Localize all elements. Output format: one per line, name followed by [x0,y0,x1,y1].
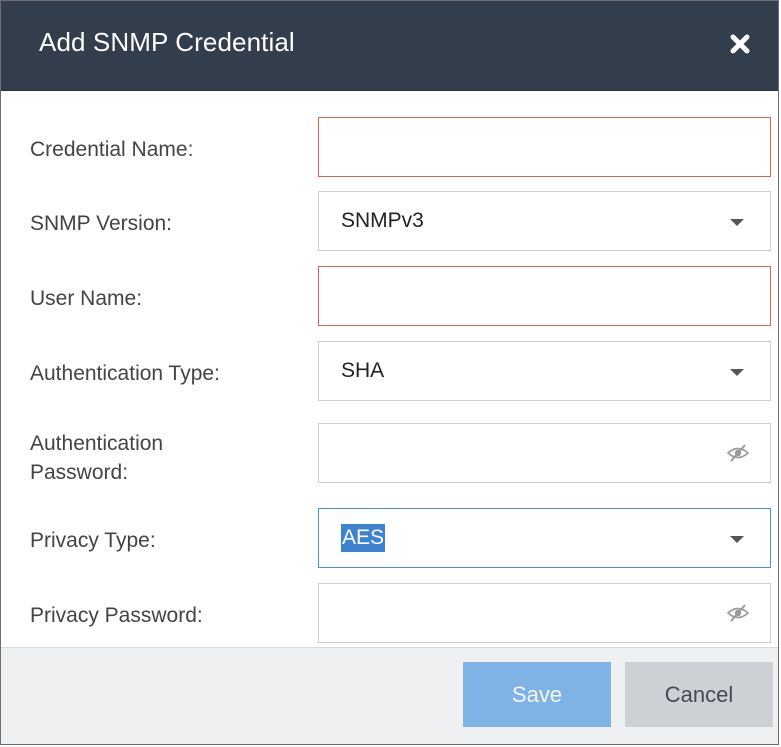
privacy-password-row: Privacy Password: [1,583,778,645]
auth-type-value: SHA [341,359,385,382]
chevron-down-icon [730,219,744,226]
snmp-version-select[interactable]: SNMPv3 [318,191,771,251]
privacy-type-row: Privacy Type: AES [1,508,778,570]
privacy-type-label: Privacy Type: [30,529,156,552]
auth-password-label: Authentication Password: [30,429,163,487]
snmp-version-value: SNMPv3 [341,209,424,232]
user-name-input[interactable] [318,266,771,326]
add-snmp-credential-dialog: Add SNMP Credential Credential Name: SNM… [0,0,779,745]
snmp-version-label: SNMP Version: [30,212,173,235]
auth-type-row: Authentication Type: SHA [1,341,778,403]
auth-password-label-line1: Authentication [30,432,164,455]
auth-password-input[interactable] [318,423,771,483]
user-name-row: User Name: [1,266,778,328]
dialog-footer: Save Cancel [1,647,778,744]
credential-name-row: Credential Name: [1,117,778,179]
eye-slash-icon[interactable] [726,443,750,463]
privacy-type-value: AES [341,524,386,552]
snmp-version-row: SNMP Version: SNMPv3 [1,191,778,253]
chevron-down-icon [730,536,744,543]
privacy-password-input[interactable] [318,583,771,643]
auth-type-label: Authentication Type: [30,362,220,385]
dialog-title: Add SNMP Credential [39,27,295,57]
user-name-label: User Name: [30,287,143,310]
dialog-titlebar: Add SNMP Credential [1,1,778,91]
credential-name-input[interactable] [318,117,771,177]
credential-name-label: Credential Name: [30,138,194,161]
close-icon[interactable] [725,29,755,59]
auth-password-label-line2: Password: [30,461,129,484]
privacy-type-select[interactable]: AES [318,508,771,568]
auth-password-row: Authentication Password: [1,423,778,485]
cancel-button[interactable]: Cancel [625,662,773,727]
save-button[interactable]: Save [463,662,611,727]
eye-slash-icon[interactable] [726,603,750,623]
auth-type-select[interactable]: SHA [318,341,771,401]
chevron-down-icon [730,369,744,376]
privacy-password-label: Privacy Password: [30,604,203,627]
